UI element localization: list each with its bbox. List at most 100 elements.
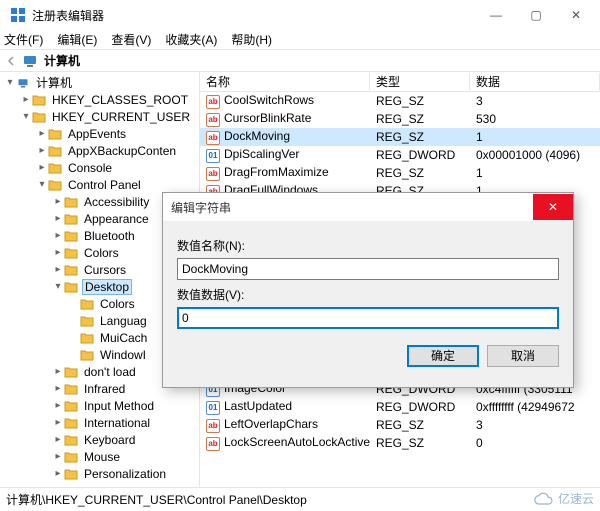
tree-item-label: Desktop — [82, 279, 132, 295]
watermark-text: 亿速云 — [558, 490, 594, 507]
minimize-button[interactable]: — — [476, 1, 516, 29]
tree-item-label: Appearance — [82, 212, 151, 226]
expander-icon[interactable]: ▾ — [36, 179, 48, 190]
tree-item-label: WindowI — [98, 348, 148, 362]
col-header-name[interactable]: 名称 — [200, 73, 370, 90]
col-header-data[interactable]: 数据 — [470, 73, 600, 90]
dialog-ok-button[interactable]: 确定 — [407, 345, 479, 367]
col-header-type[interactable]: 类型 — [370, 73, 470, 90]
tree-item[interactable]: ▸Mouse — [0, 448, 199, 465]
list-header: 名称 类型 数据 — [200, 72, 600, 92]
expander-icon[interactable]: ▸ — [52, 196, 64, 207]
expander-icon[interactable]: ▸ — [52, 213, 64, 224]
expander-icon[interactable]: ▾ — [20, 111, 32, 122]
menu-favorites[interactable]: 收藏夹(A) — [165, 31, 217, 48]
status-path: 计算机\HKEY_CURRENT_USER\Control Panel\Desk… — [6, 491, 307, 508]
tree-item[interactable]: ▸ Keyboard — [0, 431, 199, 448]
edit-string-dialog: 编辑字符串 ✕ 数值名称(N): 数值数据(V): 确定 取消 — [162, 192, 574, 388]
tree-item-label: don't load — [82, 365, 138, 379]
dialog-data-input[interactable] — [177, 307, 559, 329]
cell-data: 1 — [470, 166, 600, 180]
dialog-close-button[interactable]: ✕ — [533, 194, 573, 220]
tree-item-label: Console — [66, 161, 114, 175]
expander-icon[interactable]: ▸ — [36, 128, 48, 139]
expander-icon[interactable]: ▸ — [36, 162, 48, 173]
cell-data: 0x00001000 (4096) — [470, 148, 600, 162]
tree-item-label: Bluetooth — [82, 229, 137, 243]
maximize-button[interactable]: ▢ — [516, 1, 556, 29]
tree-item[interactable]: ▸International — [0, 414, 199, 431]
tree-item[interactable]: ▾HKEY_CURRENT_USER — [0, 108, 199, 125]
cell-name: abDragFromMaximize — [200, 165, 370, 181]
tree-item-label: Colors — [82, 246, 121, 260]
dialog-cancel-button[interactable]: 取消 — [487, 345, 559, 367]
cell-type: REG_SZ — [370, 418, 470, 432]
expander-icon[interactable]: ▸ — [52, 417, 64, 428]
cloud-icon — [534, 492, 554, 506]
tree-item-label: Keyboard — [82, 433, 137, 447]
dialog-titlebar: 编辑字符串 ✕ — [163, 193, 573, 221]
list-row[interactable]: abLockScreenAutoLockActiveREG_SZ0 — [200, 434, 600, 452]
expander-icon[interactable]: ▸ — [20, 94, 32, 105]
tree-item-label: Cursors — [82, 263, 128, 277]
tree-item[interactable]: ▸ Console — [0, 159, 199, 176]
expander-icon[interactable]: ▸ — [52, 230, 64, 241]
list-row[interactable]: abLeftOverlapCharsREG_SZ3 — [200, 416, 600, 434]
expander-icon[interactable]: ▸ — [36, 145, 48, 156]
window-title: 注册表编辑器 — [32, 7, 476, 24]
tree-item-label: Colors — [98, 297, 137, 311]
tree-item-label: 计算机 — [34, 74, 74, 91]
dword-icon: 01 — [206, 401, 220, 415]
tree-item-label: Input Method — [82, 399, 156, 413]
list-row[interactable]: 01DpiScalingVerREG_DWORD0x00001000 (4096… — [200, 146, 600, 164]
cell-name: abCursorBlinkRate — [200, 111, 370, 127]
list-row[interactable]: 01LastUpdatedREG_DWORD0xffffffff (429496… — [200, 398, 600, 416]
tree-item[interactable]: ▸ Input Method — [0, 397, 199, 414]
expander-icon[interactable]: ▸ — [52, 264, 64, 275]
cell-name: abCoolSwitchRows — [200, 93, 370, 109]
nav-toolbar: 计算机 — [0, 50, 600, 72]
dword-icon: 01 — [206, 149, 220, 163]
list-row[interactable]: abDragFromMaximizeREG_SZ1 — [200, 164, 600, 182]
menu-file[interactable]: 文件(F) — [4, 31, 43, 48]
expander-icon[interactable]: ▸ — [52, 451, 64, 462]
watermark: 亿速云 — [534, 490, 594, 507]
tree-item[interactable]: ▸Personalization — [0, 465, 199, 482]
list-row[interactable]: abCoolSwitchRowsREG_SZ3 — [200, 92, 600, 110]
cell-data: 3 — [470, 94, 600, 108]
menu-edit[interactable]: 编辑(E) — [57, 31, 97, 48]
tree-item-label: AppEvents — [66, 127, 128, 141]
list-row[interactable]: abCursorBlinkRateREG_SZ530 — [200, 110, 600, 128]
tree-item[interactable]: ▸HKEY_CLASSES_ROOT — [0, 91, 199, 108]
tree-item-label: Accessibility — [82, 195, 151, 209]
cell-name: abLockScreenAutoLockActive — [200, 435, 370, 451]
window-titlebar: 注册表编辑器 — ▢ ✕ — [0, 0, 600, 30]
close-button[interactable]: ✕ — [556, 1, 596, 29]
expander-icon[interactable]: ▸ — [52, 383, 64, 394]
expander-icon[interactable]: ▸ — [52, 434, 64, 445]
dialog-label-data: 数值数据(V): — [177, 286, 559, 303]
cell-type: REG_SZ — [370, 166, 470, 180]
expander-icon[interactable]: ▾ — [4, 77, 16, 88]
tree-item-label: Languag — [98, 314, 149, 328]
tree-item[interactable]: ▾Control Panel — [0, 176, 199, 193]
tree-item[interactable]: ▸ AppXBackupConten — [0, 142, 199, 159]
expander-icon[interactable]: ▸ — [52, 400, 64, 411]
expander-icon[interactable]: ▸ — [52, 468, 64, 479]
string-icon: ab — [206, 437, 220, 451]
menu-help[interactable]: 帮助(H) — [231, 31, 272, 48]
cell-type: REG_SZ — [370, 94, 470, 108]
dialog-name-input[interactable] — [177, 258, 559, 280]
cell-type: REG_SZ — [370, 112, 470, 126]
tree-item[interactable]: ▸ AppEvents — [0, 125, 199, 142]
expander-icon[interactable]: ▸ — [52, 247, 64, 258]
tree-item-label: Infrared — [82, 382, 127, 396]
tree-item[interactable]: ▾ 计算机 — [0, 74, 199, 91]
nav-back-icon[interactable] — [4, 54, 18, 68]
string-icon: ab — [206, 419, 220, 433]
list-row[interactable]: abDockMovingREG_SZ1 — [200, 128, 600, 146]
expander-icon[interactable]: ▾ — [52, 281, 64, 292]
menu-view[interactable]: 查看(V) — [111, 31, 151, 48]
expander-icon[interactable]: ▸ — [52, 366, 64, 377]
tree-item-label: AppXBackupConten — [66, 144, 178, 158]
